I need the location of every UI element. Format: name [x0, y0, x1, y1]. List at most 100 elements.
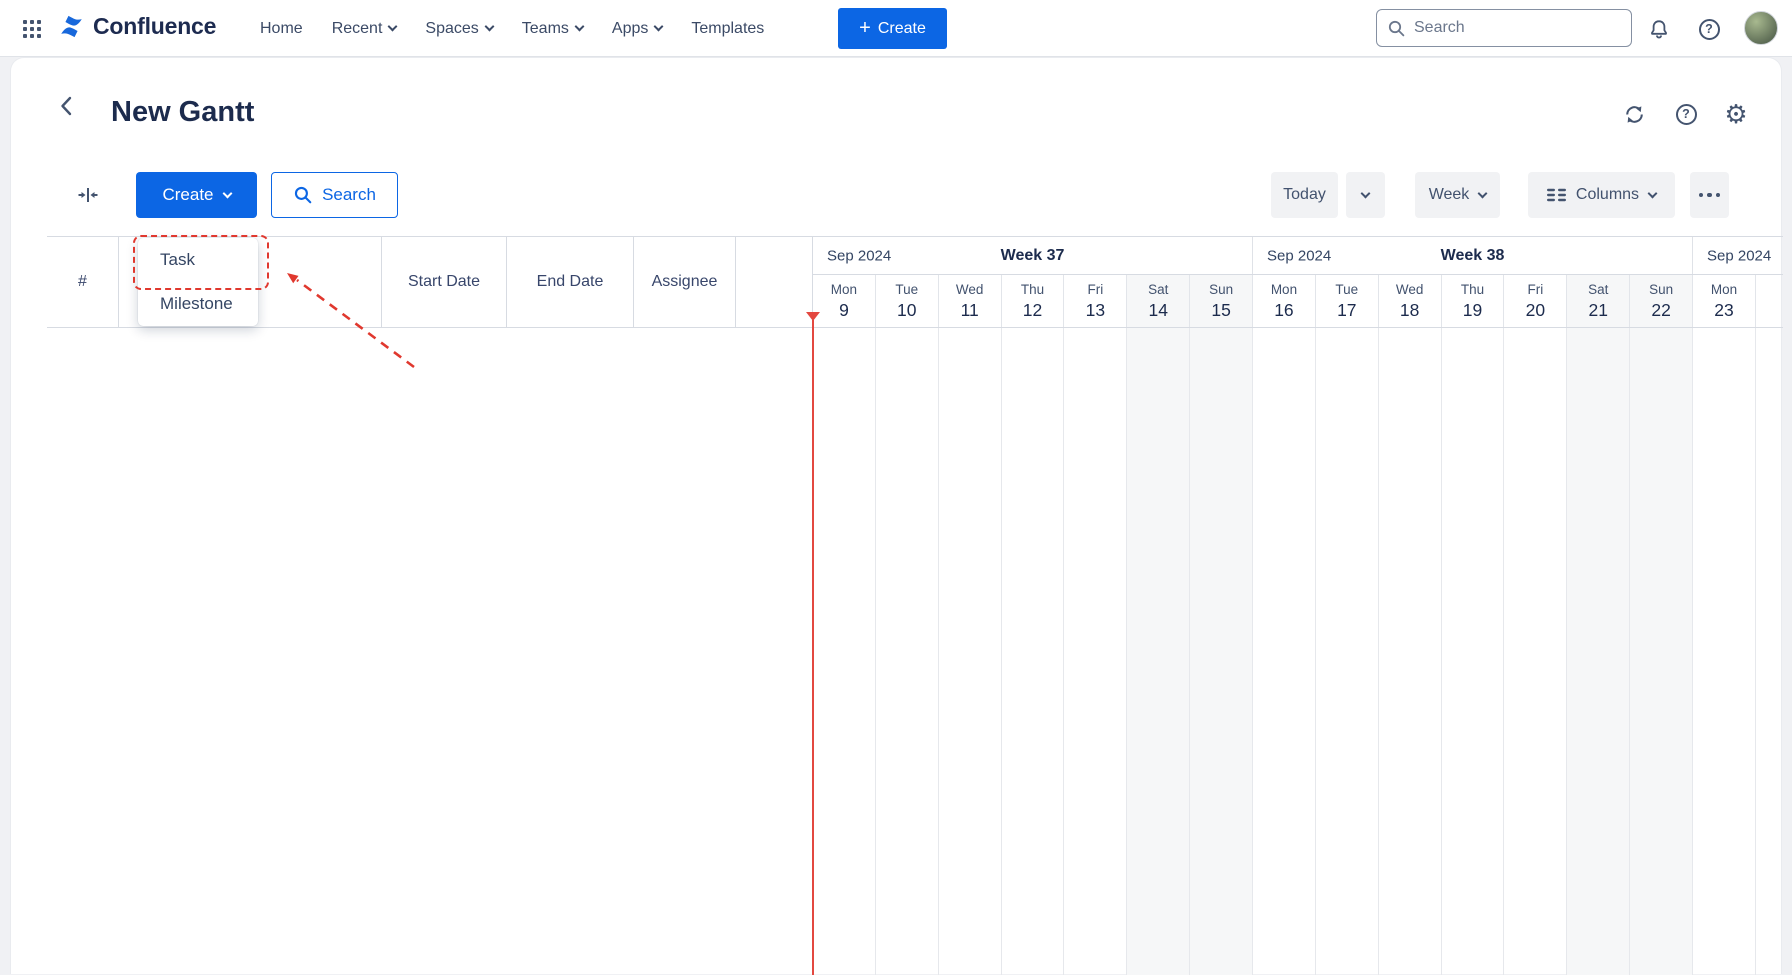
timeline-day-header: Mon 16: [1253, 275, 1316, 327]
create-dropdown-menu: Task Milestone: [138, 238, 258, 326]
global-create-button[interactable]: + Create: [838, 8, 947, 49]
user-avatar[interactable]: [1744, 11, 1778, 45]
timeline-day-column: [1442, 328, 1505, 975]
day-name: Tue: [895, 282, 918, 297]
timeline-day-column: [1379, 328, 1442, 975]
column-header-assignee: Assignee: [634, 237, 736, 327]
nav-item-apps[interactable]: Apps: [612, 20, 662, 38]
collapse-panel-button[interactable]: [69, 177, 107, 213]
chevron-down-icon: [1361, 188, 1371, 198]
timeline-day-column: [1190, 328, 1253, 975]
timeline-day-column: [1316, 328, 1379, 975]
day-name: Mon: [1271, 282, 1297, 297]
menu-item-milestone[interactable]: Milestone: [138, 282, 258, 326]
plus-icon: +: [859, 18, 871, 38]
week-header: Sep 2024 Week 38: [1253, 237, 1693, 274]
primary-nav: Home Recent Spaces Teams Apps Templates: [260, 0, 764, 57]
timeline-day-header: Thu 19: [1442, 275, 1505, 327]
confluence-logo-icon: [58, 13, 85, 40]
columns-icon: [1547, 188, 1566, 202]
day-number: 18: [1400, 300, 1419, 321]
timeline-day-header: Tue17: [1316, 275, 1379, 327]
week-label: Week 37: [813, 247, 1252, 265]
today-line: [812, 320, 814, 975]
more-options-button[interactable]: [1690, 172, 1729, 218]
day-number: 12: [1023, 300, 1042, 321]
day-name: Fri: [1528, 282, 1544, 297]
settings-button[interactable]: ⚙: [1718, 96, 1754, 132]
columns-button[interactable]: Columns: [1528, 172, 1675, 218]
day-number: 11: [961, 300, 979, 321]
chevron-down-icon: [484, 22, 494, 32]
timeline-day-header: Sun 15: [1190, 275, 1253, 327]
day-number: 22: [1651, 300, 1670, 321]
gantt-search-button[interactable]: Search: [271, 172, 398, 218]
chevron-down-icon: [388, 22, 398, 32]
search-icon: [1387, 19, 1406, 38]
menu-item-task[interactable]: Task: [138, 238, 258, 282]
day-name: Thu: [1461, 282, 1484, 297]
day-number: 15: [1211, 300, 1230, 321]
timeline-day-header: Sat 21: [1567, 275, 1630, 327]
global-search-input[interactable]: [1414, 19, 1621, 37]
gantt-header: # Start Date End Date Assignee Sep 2024 …: [47, 236, 1783, 328]
timeline-day-header: Thu12: [1002, 275, 1065, 327]
timeline-day-column: [1064, 328, 1127, 975]
day-name: Fri: [1087, 282, 1103, 297]
day-number: 20: [1526, 300, 1545, 321]
timeline-day-header: Mon9: [813, 275, 876, 327]
global-search: [1376, 9, 1632, 47]
column-header-number: #: [47, 237, 119, 327]
column-header-actions: [736, 237, 813, 327]
timeline-header: Sep 2024 Week 37 Sep 2024 Week 38 Sep 20…: [813, 237, 1783, 327]
timeline-day-header: Wed18: [1379, 275, 1442, 327]
app-switcher-button[interactable]: [14, 11, 50, 47]
app-grid-icon: [23, 20, 41, 38]
day-number: 16: [1274, 300, 1293, 321]
chevron-left-icon: [55, 93, 79, 119]
timeline-day-header: Fri 20: [1504, 275, 1567, 327]
create-item-button[interactable]: Create: [136, 172, 257, 218]
week-header: Sep 2024: [1693, 237, 1783, 274]
back-button[interactable]: [49, 88, 85, 124]
day-number: 19: [1463, 300, 1482, 321]
timeline-body-columns: [813, 328, 1783, 975]
nav-item-recent[interactable]: Recent: [332, 20, 397, 38]
day-name: Sun: [1209, 282, 1233, 297]
day-number: 13: [1086, 300, 1105, 321]
nav-item-spaces[interactable]: Spaces: [425, 20, 492, 38]
timeline-partial-column: [1756, 275, 1783, 327]
nav-item-home[interactable]: Home: [260, 20, 303, 38]
day-number: 14: [1148, 300, 1167, 321]
timeline-day-header: Wed11: [939, 275, 1002, 327]
day-number: 23: [1714, 300, 1733, 321]
nav-item-teams[interactable]: Teams: [522, 20, 583, 38]
timeline-day-column: [1630, 328, 1693, 975]
page-title: New Gantt: [111, 96, 254, 129]
page-card: New Gantt ? ⚙ Create Search: [10, 57, 1782, 974]
question-mark-icon: ?: [1676, 104, 1697, 125]
top-navigation-bar: Confluence Home Recent Spaces Teams Apps…: [0, 0, 1792, 57]
day-name: Mon: [831, 282, 857, 297]
zoom-level-button[interactable]: Week: [1415, 172, 1500, 218]
day-number: 17: [1337, 300, 1356, 321]
help-button[interactable]: ?: [1694, 14, 1724, 44]
day-name: Sat: [1588, 282, 1608, 297]
chevron-down-icon: [574, 22, 584, 32]
nav-item-templates[interactable]: Templates: [691, 20, 764, 38]
week-label: Week 38: [1253, 247, 1692, 265]
gantt-help-button[interactable]: ?: [1668, 96, 1704, 132]
timeline-day-column: [813, 328, 876, 975]
timeline-day-column: [876, 328, 939, 975]
timeline-day-header: Sun22: [1630, 275, 1693, 327]
week-header: Sep 2024 Week 37: [813, 237, 1253, 274]
day-number: 21: [1589, 300, 1608, 321]
confluence-logo[interactable]: Confluence: [58, 13, 216, 40]
refresh-button[interactable]: [1616, 96, 1652, 132]
date-range-dropdown-button[interactable]: [1346, 172, 1385, 218]
today-button[interactable]: Today: [1271, 172, 1338, 218]
timeline-day-header: Mon23: [1693, 275, 1756, 327]
notifications-button[interactable]: [1644, 14, 1674, 44]
ellipsis-icon: [1699, 193, 1721, 198]
timeline-day-column: [1002, 328, 1065, 975]
